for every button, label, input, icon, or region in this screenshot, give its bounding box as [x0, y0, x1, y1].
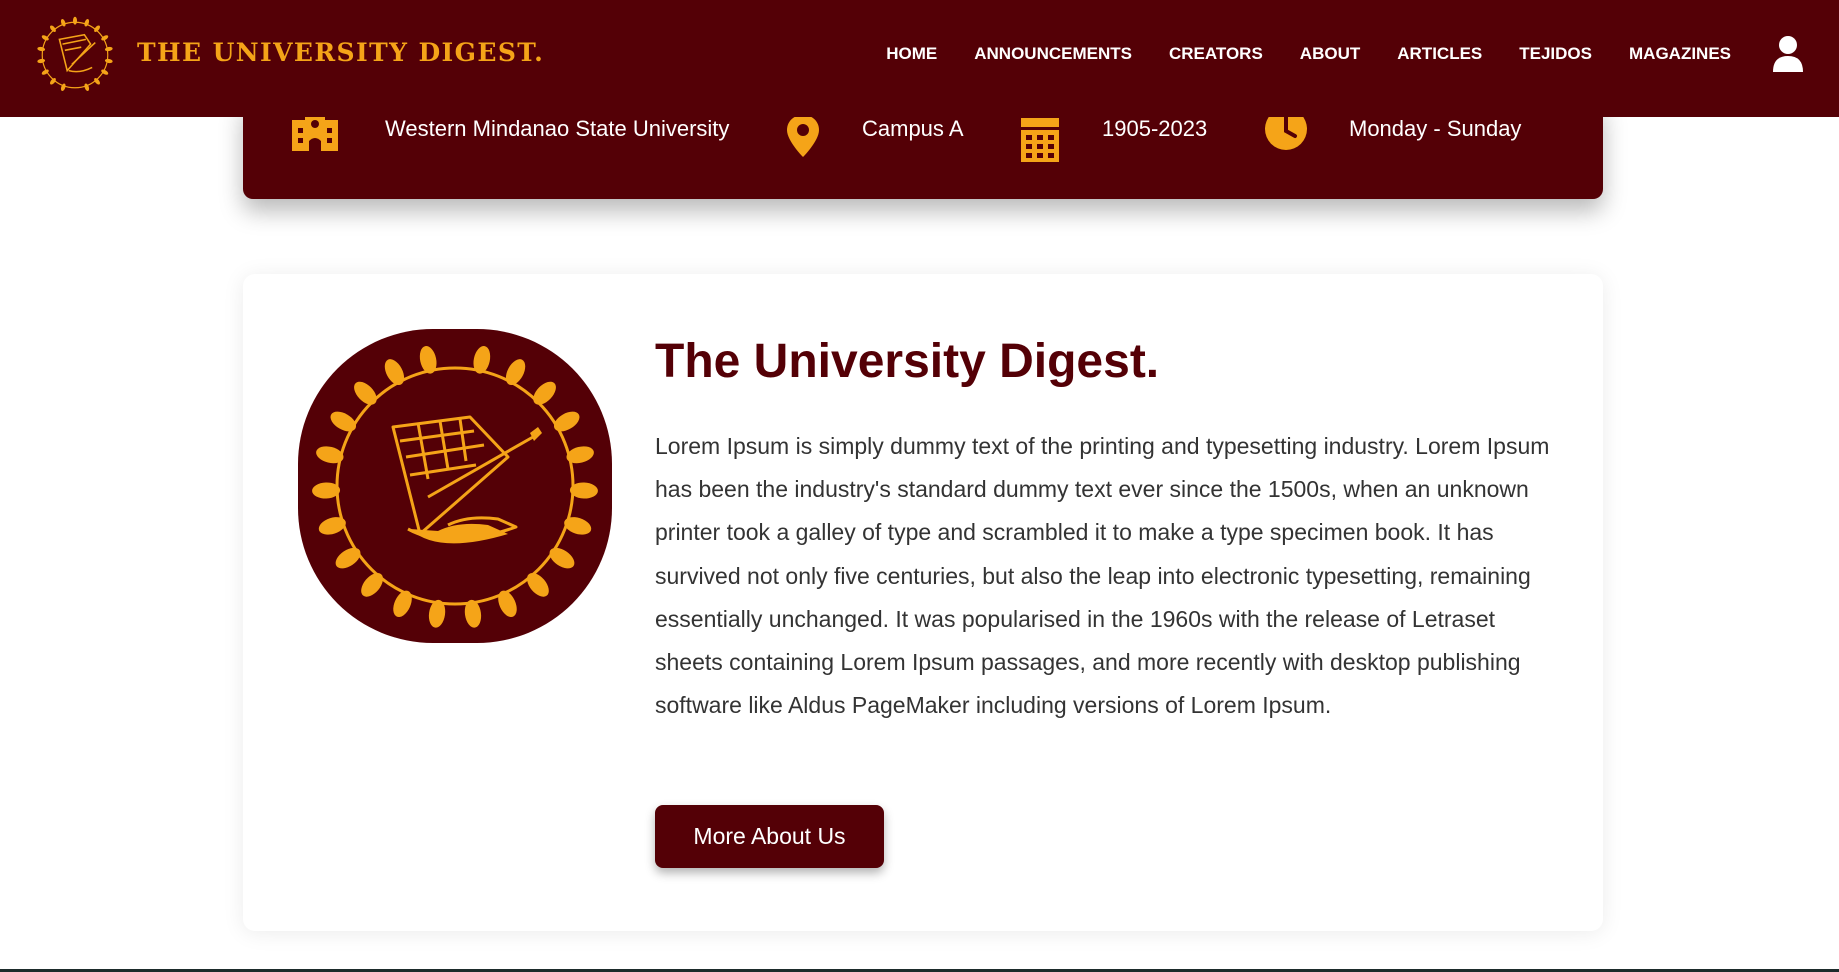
brand-title[interactable]: THE UNIVERSITY DIGEST.: [137, 38, 544, 67]
info-days: Monday - Sunday: [1349, 116, 1522, 141]
nav-link-tejidos[interactable]: TEJIDOS: [1519, 44, 1592, 64]
user-icon[interactable]: [1771, 35, 1805, 73]
about-description: Lorem Ipsum is simply dummy text of the …: [655, 433, 1550, 719]
nav-link-home[interactable]: HOME: [886, 44, 937, 64]
location-pin-icon: [787, 115, 819, 157]
building-icon: [292, 114, 338, 151]
nav-link-creators[interactable]: CREATORS: [1169, 44, 1263, 64]
info-years: 1905-2023: [1102, 116, 1208, 141]
more-about-us-button[interactable]: More About Us: [655, 805, 884, 868]
info-university: Western Mindanao State University: [385, 116, 730, 141]
nav-link-about[interactable]: ABOUT: [1300, 44, 1360, 64]
navbar: THE UNIVERSITY DIGEST. HOME ANNOUNCEMENT…: [0, 0, 1839, 117]
main-nav: HOME ANNOUNCEMENTS CREATORS ABOUT ARTICL…: [886, 44, 1731, 64]
brand-logo-icon[interactable]: [36, 11, 114, 99]
university-digest-logo-icon: [298, 329, 612, 643]
nav-link-magazines[interactable]: MAGAZINES: [1629, 44, 1731, 64]
about-card: The University Digest. Lorem Ipsum is si…: [243, 274, 1603, 931]
info-campus: Campus A: [862, 116, 964, 141]
about-title: The University Digest.: [655, 335, 1160, 388]
nav-link-announcements[interactable]: ANNOUNCEMENTS: [974, 44, 1132, 64]
nav-link-articles[interactable]: ARTICLES: [1397, 44, 1482, 64]
calendar-icon: [1021, 118, 1059, 162]
